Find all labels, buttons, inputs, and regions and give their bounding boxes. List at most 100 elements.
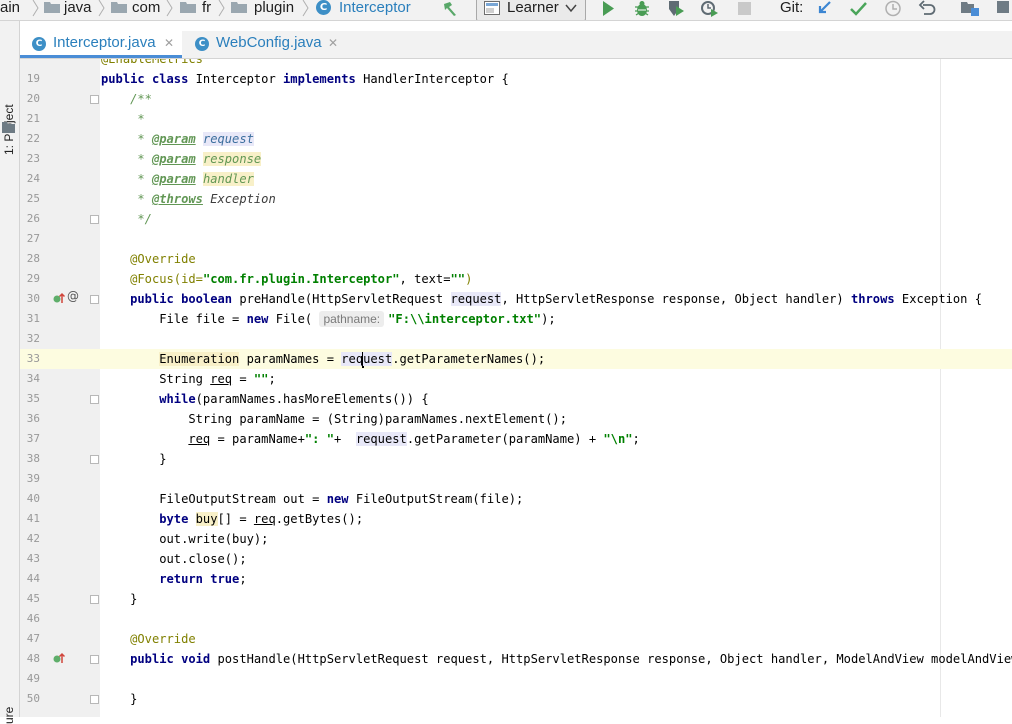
code-text: * @param handler <box>137 172 254 186</box>
line-number: 38 <box>26 452 40 465</box>
code-text: while(paramNames.hasMoreElements()) { <box>159 392 429 406</box>
folder-icon <box>2 122 15 133</box>
line-number: 21 <box>26 112 40 125</box>
line-number: 23 <box>26 152 40 165</box>
code-line: 34 String req = ""; <box>20 369 1012 389</box>
chevron-right-icon <box>302 0 309 17</box>
fold-marker-icon[interactable] <box>90 395 99 404</box>
line-number: 40 <box>26 492 40 505</box>
folder-icon <box>180 2 196 13</box>
breadcrumb-com[interactable]: com <box>132 0 160 18</box>
tab-label: Interceptor.java <box>53 34 156 51</box>
folder-icon <box>111 2 127 13</box>
breadcrumb-main[interactable]: ain <box>0 0 20 18</box>
fold-marker-icon[interactable] <box>90 655 99 664</box>
fold-marker-icon[interactable] <box>90 215 99 224</box>
breadcrumb-java[interactable]: java <box>64 0 92 18</box>
run-with-coverage-icon[interactable] <box>666 0 686 17</box>
code-text: } <box>130 592 138 606</box>
fold-marker-icon[interactable] <box>90 95 99 104</box>
update-project-icon[interactable] <box>815 0 835 17</box>
line-number: 35 <box>26 392 40 405</box>
breadcrumb-interceptor[interactable]: Interceptor <box>339 0 411 18</box>
code-text: @Override <box>130 252 196 266</box>
code-text: public class Interceptor implements Hand… <box>101 72 509 86</box>
code-text: String req = ""; <box>159 372 276 386</box>
code-text: /** <box>130 92 152 106</box>
line-number: 34 <box>26 372 40 385</box>
search-icon[interactable] <box>996 0 1012 17</box>
close-icon[interactable]: ✕ <box>164 36 174 50</box>
structure-tool-label[interactable]: ure <box>2 684 18 724</box>
code-line: 21 * <box>20 109 1012 129</box>
tab-webconfig-java[interactable]: C WebConfig.java ✕ <box>183 31 348 58</box>
breadcrumb-plugin[interactable]: plugin <box>254 0 294 18</box>
line-number: 37 <box>26 432 40 445</box>
line-number: 24 <box>26 172 40 185</box>
code-text: * @throws Exception <box>137 192 276 206</box>
tool-window-strip: 1: Project ure <box>0 21 20 724</box>
code-text: } <box>159 452 167 466</box>
navigation-bar: ain java com fr plugin C Interceptor Lea… <box>0 0 1012 21</box>
line-number: 20 <box>26 92 40 105</box>
commit-check-icon[interactable] <box>849 0 869 17</box>
profile-icon[interactable] <box>700 0 720 17</box>
project-tool-label: 1: Project <box>2 85 18 155</box>
class-icon: C <box>32 37 46 51</box>
annotation-at-icon[interactable]: @ <box>67 289 79 303</box>
run-icon[interactable] <box>598 0 618 17</box>
code-text: * <box>137 112 145 126</box>
fold-marker-icon[interactable] <box>90 295 99 304</box>
stop-icon[interactable] <box>734 0 754 17</box>
line-number: 32 <box>26 332 40 345</box>
line-number: 41 <box>26 512 40 525</box>
chevron-right-icon <box>98 0 105 17</box>
line-number: 46 <box>26 612 40 625</box>
run-configuration-dropdown[interactable]: Learner <box>476 0 586 20</box>
code-line: 38 } <box>20 449 1012 469</box>
fold-marker-icon[interactable] <box>90 595 99 604</box>
project-structure-icon[interactable] <box>960 0 980 17</box>
line-number: 22 <box>26 132 40 145</box>
breadcrumb-fr[interactable]: fr <box>202 0 211 18</box>
line-number: 43 <box>26 552 40 565</box>
close-icon[interactable]: ✕ <box>328 36 338 50</box>
rollback-icon[interactable] <box>917 0 937 17</box>
editor-tab-bar: C Interceptor.java ✕ C WebConfig.java ✕ <box>20 31 1012 59</box>
line-number: 45 <box>26 592 40 605</box>
build-hammer-icon[interactable] <box>440 0 460 17</box>
history-clock-icon[interactable] <box>883 0 903 17</box>
code-text: */ <box>137 212 152 226</box>
line-number: 25 <box>26 192 40 205</box>
code-line: 49 <box>20 669 1012 689</box>
line-number: 27 <box>26 232 40 245</box>
implements-method-icon[interactable] <box>53 652 66 669</box>
code-line: 31 File file = new File( pathname: "F:\\i… <box>20 309 1012 329</box>
chevron-down-icon <box>565 4 577 13</box>
fold-marker-icon[interactable] <box>90 455 99 464</box>
code-editor[interactable]: @EnableMetrics 19 public class Intercept… <box>20 59 1012 717</box>
line-number: 33 <box>26 352 40 365</box>
code-line: 24 * @param handler <box>20 169 1012 189</box>
code-line: 26 */ <box>20 209 1012 229</box>
implements-method-icon[interactable] <box>53 292 66 309</box>
application-icon <box>484 1 500 15</box>
project-tool-button[interactable]: 1: Project <box>0 57 19 155</box>
git-label: Git: <box>780 0 804 16</box>
line-number: 39 <box>26 472 40 485</box>
code-text: @Override <box>130 632 196 646</box>
tab-interceptor-java[interactable]: C Interceptor.java ✕ <box>20 31 182 58</box>
code-text: public boolean preHandle(HttpServletRequ… <box>130 292 983 306</box>
code-line: 42 out.write(buy); <box>20 529 1012 549</box>
fold-marker-icon[interactable] <box>90 695 99 704</box>
code-line: 19 public class Interceptor implements H… <box>20 69 1012 89</box>
code-line: 29 @Focus(id="com.fr.plugin.Interceptor"… <box>20 269 1012 289</box>
line-number: 19 <box>26 72 40 85</box>
code-line: 27 <box>20 229 1012 249</box>
code-line: 44 return true; <box>20 569 1012 589</box>
debug-icon[interactable] <box>632 0 652 17</box>
code-text: FileOutputStream out = new FileOutputStr… <box>159 492 524 506</box>
folder-icon <box>231 2 247 13</box>
code-line: 43 out.close(); <box>20 549 1012 569</box>
code-text: * @param request <box>137 132 254 146</box>
